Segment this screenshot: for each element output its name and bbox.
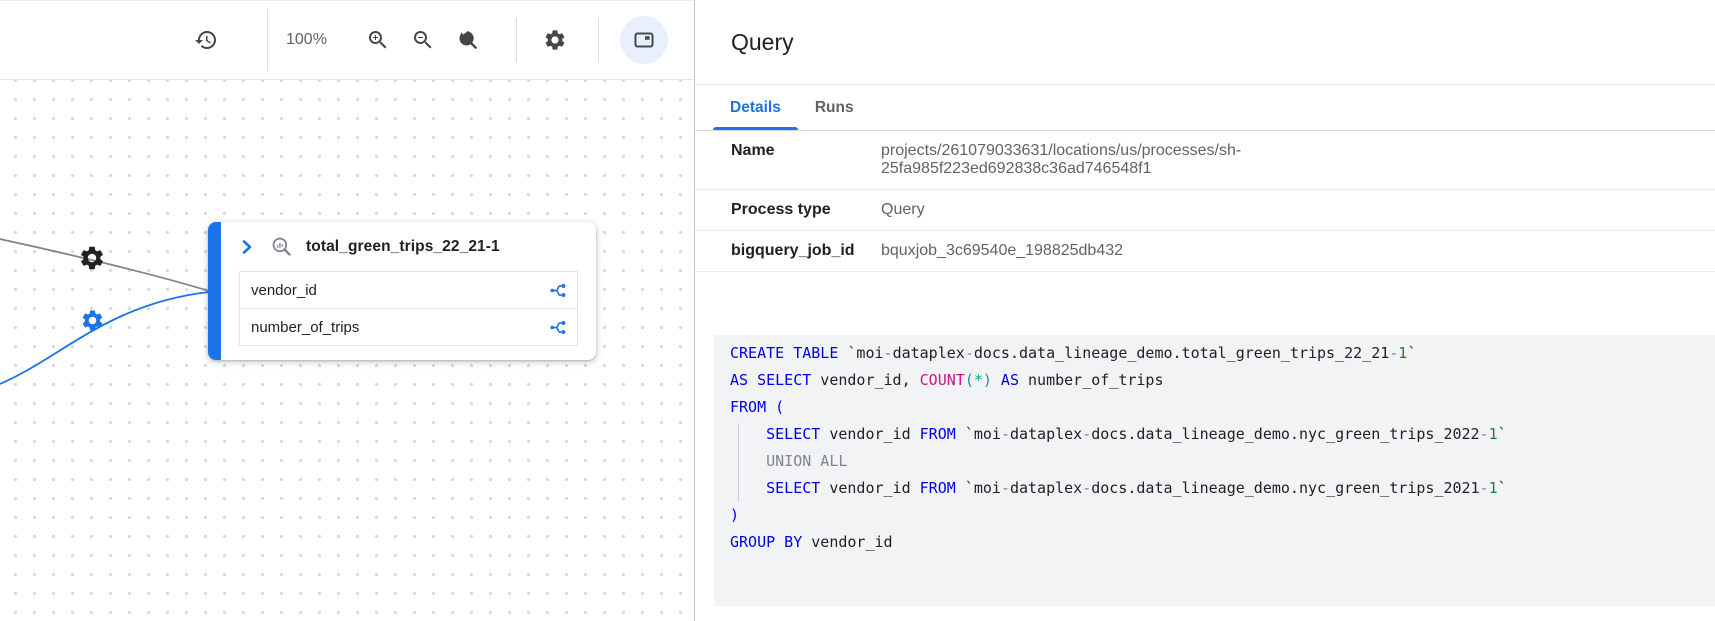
bigquery-table-icon <box>270 235 293 258</box>
toolbar-divider <box>598 18 599 62</box>
zoom-reset-icon <box>456 28 480 52</box>
sql-code-block: CREATE TABLE `moi-dataplex-docs.data_lin… <box>714 335 1715 606</box>
zoom-out-button[interactable] <box>403 20 443 60</box>
tab-runs[interactable]: Runs <box>798 85 871 130</box>
sql-code-lines: CREATE TABLE `moi-dataplex-docs.data_lin… <box>730 340 1695 556</box>
canvas-toolbar: 100% <box>0 0 694 80</box>
field-name: number_of_trips <box>251 319 359 336</box>
code-line: SELECT vendor_id FROM `moi-dataplex-docs… <box>730 421 1695 448</box>
field-lineage-icon[interactable] <box>549 281 568 300</box>
node-accent-bar <box>208 222 221 360</box>
node-field-row[interactable]: number_of_trips <box>239 308 578 346</box>
side-panel-toggle-button[interactable] <box>620 16 668 64</box>
lineage-node-total-green-trips[interactable]: total_green_trips_22_21-1 vendor_id numb… <box>208 222 596 360</box>
zoom-in-icon <box>366 28 390 52</box>
indent-guide <box>738 423 739 502</box>
lineage-canvas-pane: 100% <box>0 0 695 621</box>
toolbar-divider <box>267 9 268 71</box>
zoom-out-icon <box>411 28 435 52</box>
panel-tabs: DetailsRuns <box>695 85 1715 131</box>
node-header[interactable]: total_green_trips_22_21-1 <box>221 222 596 271</box>
detail-value: projects/261079033631/locations/us/proce… <box>881 142 1271 178</box>
code-line: GROUP BY vendor_id <box>730 529 1695 556</box>
detail-value: bquxjob_3c69540e_198825db432 <box>881 242 1153 260</box>
tab-details[interactable]: Details <box>713 85 798 130</box>
process-gear-blue-icon[interactable] <box>80 308 105 333</box>
details-panel: Query DetailsRuns Nameprojects/261079033… <box>695 0 1715 621</box>
node-title: total_green_trips_22_21-1 <box>306 238 500 256</box>
detail-row: Nameprojects/261079033631/locations/us/p… <box>695 131 1715 190</box>
lineage-canvas[interactable]: total_green_trips_22_21-1 vendor_id numb… <box>0 80 694 621</box>
code-line: ) <box>730 502 1695 529</box>
side-panel-icon <box>632 28 656 52</box>
toolbar-divider <box>516 18 517 62</box>
zoom-in-button[interactable] <box>358 20 398 60</box>
detail-label: bigquery_job_id <box>731 242 881 260</box>
detail-row: Process typeQuery <box>695 190 1715 231</box>
gear-icon <box>543 28 567 52</box>
chevron-right-icon[interactable] <box>237 237 257 257</box>
node-field-list: vendor_id number_of_trips <box>239 271 578 346</box>
field-name: vendor_id <box>251 282 317 299</box>
detail-value: Query <box>881 201 955 219</box>
code-line: AS SELECT vendor_id, COUNT(*) AS number_… <box>730 367 1695 394</box>
zoom-reset-button[interactable] <box>448 20 488 60</box>
node-field-row[interactable]: vendor_id <box>239 271 578 309</box>
field-lineage-icon[interactable] <box>549 318 568 337</box>
edge-blue <box>0 292 209 386</box>
history-button[interactable] <box>186 20 226 60</box>
detail-label: Process type <box>731 201 881 219</box>
detail-rows: Nameprojects/261079033631/locations/us/p… <box>695 131 1715 272</box>
detail-label: Name <box>731 142 881 178</box>
lineage-view: 100% <box>0 0 1715 621</box>
settings-button[interactable] <box>535 20 575 60</box>
code-line: SELECT vendor_id FROM `moi-dataplex-docs… <box>730 475 1695 502</box>
panel-header: Query <box>695 0 1715 85</box>
code-line: FROM ( <box>730 394 1695 421</box>
detail-row: bigquery_job_idbquxjob_3c69540e_198825db… <box>695 231 1715 272</box>
code-line: UNION ALL <box>730 448 1695 475</box>
panel-title: Query <box>731 29 794 56</box>
code-line: CREATE TABLE `moi-dataplex-docs.data_lin… <box>730 340 1695 367</box>
process-gear-dark-icon[interactable] <box>78 244 106 272</box>
zoom-level-label: 100% <box>286 31 327 49</box>
history-icon <box>194 28 218 52</box>
